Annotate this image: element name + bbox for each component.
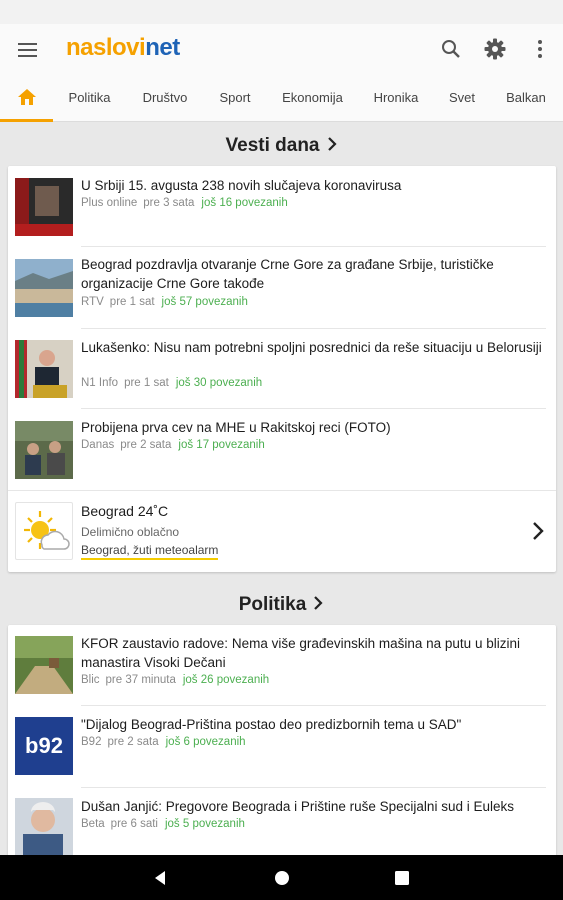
recents-icon[interactable]: [391, 867, 413, 889]
chevron-right-icon[interactable]: [528, 520, 548, 542]
tab-balkan[interactable]: Balkan: [496, 76, 556, 122]
news-time: pre 2 sata: [120, 439, 172, 451]
logo-text-main: naslovi: [66, 34, 146, 61]
tab-sport[interactable]: Sport: [208, 76, 262, 122]
news-title: Dušan Janjić: Pregovore Beograda i Prišt…: [81, 799, 514, 814]
news-source: Beta: [81, 818, 105, 830]
tab-home[interactable]: [0, 76, 53, 122]
related-link[interactable]: još 30 povezanih: [176, 377, 262, 389]
section-title: Politika: [238, 594, 307, 615]
news-item[interactable]: U Srbiji 15. avgusta 238 novih slučajeva…: [8, 166, 556, 246]
more-vert-icon[interactable]: [527, 36, 553, 62]
news-thumbnail: [15, 340, 73, 398]
news-thumbnail: [15, 421, 73, 479]
news-meta: Beta pre 6 sati još 5 povezanih: [81, 818, 245, 830]
news-source: RTV: [81, 296, 104, 308]
news-time: pre 1 sat: [109, 296, 155, 308]
app-bar: naslovinet: [0, 24, 563, 76]
news-source: Plus online: [81, 197, 138, 209]
news-item[interactable]: Lukašenko: Nisu nam potrebni spoljni pos…: [8, 328, 556, 408]
category-tabs: Politika Društvo Sport Ekonomija Hronika…: [0, 76, 563, 122]
news-time: pre 6 sati: [110, 818, 158, 830]
weather-widget[interactable]: Beograd 24˚C Delimično oblačno Beograd, …: [8, 490, 556, 572]
tab-ekonomija[interactable]: Ekonomija: [272, 76, 353, 122]
home-nav-icon[interactable]: [271, 867, 293, 889]
status-bar: [0, 0, 563, 24]
news-source: Blic: [81, 674, 100, 686]
news-card: U Srbiji 15. avgusta 238 novih slučajeva…: [8, 166, 556, 572]
logo-text-suffix: net: [145, 34, 180, 61]
weather-alert[interactable]: Beograd, žuti meteoalarm: [81, 543, 219, 560]
news-title: Beograd pozdravlja otvaranje Crne Gore z…: [81, 257, 494, 291]
section-header-politika[interactable]: Politika: [0, 594, 563, 616]
news-item[interactable]: Probijena prva cev na MHE u Rakitskoj re…: [8, 408, 556, 490]
news-time: pre 1 sat: [124, 377, 169, 389]
news-meta: N1 Info pre 1 sat još 30 povezanih: [81, 377, 262, 389]
news-title: Lukašenko: Nisu nam potrebni spoljni pos…: [81, 340, 542, 355]
related-link[interactable]: još 5 povezanih: [165, 818, 245, 830]
news-title: KFOR zaustavio radove: Nema više građevi…: [81, 636, 520, 670]
hamburger-icon[interactable]: [14, 36, 42, 64]
b92-logo-thumbnail: b92: [15, 717, 73, 775]
news-thumbnail: [15, 259, 73, 317]
weather-city: Beograd 24˚C: [81, 503, 169, 519]
related-link[interactable]: još 26 povezanih: [183, 674, 269, 686]
weather-description: Delimično oblačno: [81, 525, 180, 539]
news-source: N1 Info: [81, 377, 119, 389]
news-thumbnail: [15, 178, 73, 236]
news-item[interactable]: KFOR zaustavio radove: Nema više građevi…: [8, 625, 556, 705]
news-meta: Blic pre 37 minuta još 26 povezanih: [81, 674, 269, 686]
news-card: KFOR zaustavio radove: Nema više građevi…: [8, 625, 556, 865]
system-nav-bar: [0, 855, 563, 900]
news-source: Danas: [81, 439, 115, 451]
news-thumbnail: [15, 636, 73, 694]
news-time: pre 37 minuta: [105, 674, 176, 686]
news-time: pre 2 sata: [107, 736, 159, 748]
section-header-vesti-dana[interactable]: Vesti dana: [0, 135, 563, 157]
news-time: pre 3 sata: [143, 197, 195, 209]
news-meta: B92 pre 2 sata još 6 povezanih: [81, 736, 246, 748]
news-item[interactable]: Beograd pozdravlja otvaranje Crne Gore z…: [8, 246, 556, 328]
related-link[interactable]: još 6 povezanih: [166, 736, 246, 748]
news-meta: RTV pre 1 sat još 57 povezanih: [81, 296, 248, 308]
news-title: "Dijalog Beograd-Priština postao deo pre…: [81, 717, 462, 732]
related-link[interactable]: još 16 povezanih: [201, 197, 287, 209]
tab-drustvo[interactable]: Društvo: [133, 76, 197, 122]
news-meta: Danas pre 2 sata još 17 povezanih: [81, 439, 265, 451]
news-title: Probijena prva cev na MHE u Rakitskoj re…: [81, 420, 391, 435]
home-icon: [17, 89, 37, 110]
back-icon[interactable]: [150, 867, 172, 889]
tab-politika[interactable]: Politika: [58, 76, 121, 122]
tab-svet[interactable]: Svet: [440, 76, 484, 122]
tab-hronika[interactable]: Hronika: [364, 76, 428, 122]
news-meta: Plus online pre 3 sata još 16 povezanih: [81, 197, 288, 209]
chevron-right-icon: [312, 594, 324, 616]
partly-cloudy-icon: [15, 502, 73, 560]
news-title: U Srbiji 15. avgusta 238 novih slučajeva…: [81, 178, 402, 193]
news-source: B92: [81, 736, 102, 748]
app-logo[interactable]: naslovinet: [66, 34, 180, 68]
related-link[interactable]: još 57 povezanih: [162, 296, 248, 308]
section-title: Vesti dana: [225, 135, 320, 156]
news-item[interactable]: b92 "Dijalog Beograd-Priština postao deo…: [8, 705, 556, 787]
chevron-right-icon: [326, 135, 338, 157]
search-icon[interactable]: [438, 36, 464, 62]
related-link[interactable]: još 17 povezanih: [178, 439, 264, 451]
gear-icon[interactable]: [482, 36, 508, 62]
news-thumbnail: [15, 798, 73, 856]
